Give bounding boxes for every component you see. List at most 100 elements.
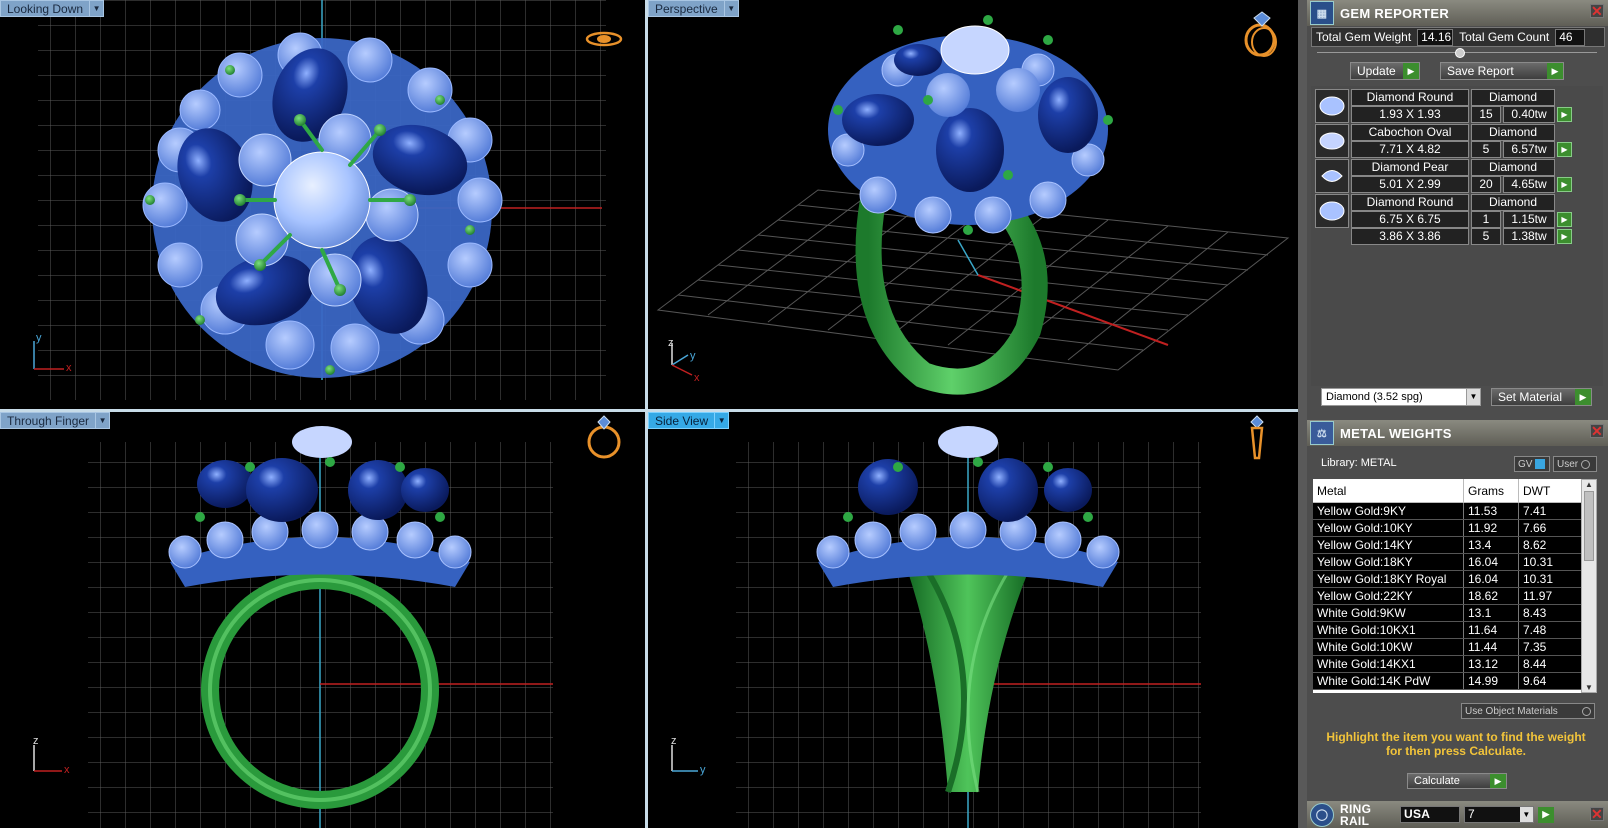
select-gem-button[interactable]: ▶ [1557, 142, 1572, 157]
viewport-perspective[interactable]: Perspective ▼ z y x [648, 0, 1298, 409]
dwt-cell: 7.48 [1518, 622, 1581, 638]
gem-row[interactable]: Diamond Pear Diamond 5.01 X 2.99 20 4.65… [1315, 159, 1575, 193]
viewport-title: Perspective [648, 0, 725, 17]
table-row[interactable]: White Gold:9KW 13.1 8.43 [1313, 605, 1581, 622]
save-report-button[interactable]: Save Report ▶ [1440, 62, 1564, 80]
table-row[interactable]: White Gold:10KW 11.44 7.35 [1313, 639, 1581, 656]
gem-row[interactable]: Diamond Round Diamond 6.75 X 6.75 1 1.15… [1315, 194, 1575, 246]
table-row[interactable]: White Gold:10KX1 11.64 7.48 [1313, 622, 1581, 639]
chevron-down-icon[interactable]: ▼ [724, 0, 739, 17]
total-gem-weight-value: 14.16 [1417, 28, 1454, 46]
right-panel: ▦ GEM REPORTER ✕ Total Gem Weight 14.16 … [1307, 0, 1608, 828]
toggle-indicator [1535, 459, 1546, 469]
metal-name-cell: White Gold:14KX1 [1317, 657, 1416, 671]
ring-rail-region[interactable]: USA [1400, 806, 1460, 823]
axis-label-z: z [671, 735, 677, 747]
viewport-label-through-finger[interactable]: Through Finger ▼ [0, 412, 111, 429]
play-icon: ▶ [1490, 774, 1506, 788]
gem-row[interactable]: Cabochon Oval Diamond 7.71 X 4.82 5 6.57… [1315, 124, 1575, 158]
metal-name-cell: Yellow Gold:22KY [1317, 589, 1413, 603]
play-icon[interactable]: ▶ [1538, 806, 1554, 823]
gem-material: Diamond [1471, 89, 1555, 106]
toggle-indicator [1582, 706, 1591, 716]
gem-weight: 0.40tw [1503, 106, 1555, 123]
axis-label-z: z [668, 337, 674, 349]
metal-rows: Yellow Gold:9KY 11.53 7.41 Yellow Gold:10KY… [1313, 503, 1581, 690]
play-icon: ▶ [1575, 389, 1591, 405]
ring-side-icon[interactable] [1242, 412, 1272, 464]
gem-shape: Diamond Round [1351, 89, 1469, 106]
table-row[interactable]: White Gold:14K PdW 14.99 9.64 [1313, 673, 1581, 690]
gem-weight: 1.15tw [1503, 211, 1555, 228]
chevron-down-icon[interactable]: ▼ [90, 0, 105, 17]
calculate-button[interactable]: Calculate ▶ [1407, 773, 1507, 789]
chevron-up-icon[interactable]: ▲ [1582, 480, 1596, 489]
ring-top-icon[interactable] [584, 28, 624, 50]
table-row[interactable]: Yellow Gold:10KY 11.92 7.66 [1313, 520, 1581, 537]
play-icon: ▶ [1547, 63, 1563, 79]
table-row[interactable]: Yellow Gold:18KY Royal 16.04 10.31 [1313, 571, 1581, 588]
gem-weight: 4.65tw [1503, 176, 1555, 193]
close-icon[interactable]: ✕ [1590, 424, 1604, 438]
ring-perspective-icon[interactable] [1240, 10, 1280, 58]
viewport-looking-down[interactable]: Looking Down ▼ y x [0, 0, 645, 409]
gem-size: 6.75 X 6.75 [1351, 211, 1469, 228]
metal-name-cell: White Gold:9KW [1317, 606, 1406, 620]
update-button[interactable]: Update ▶ [1350, 62, 1420, 80]
set-material-button[interactable]: Set Material ▶ [1491, 388, 1592, 406]
ring-front-icon[interactable] [584, 412, 624, 462]
metal-table-scrollbar[interactable]: ▲ ▼ [1581, 479, 1597, 693]
gem-material: Diamond [1471, 194, 1555, 211]
chevron-down-icon[interactable]: ▼ [715, 412, 730, 429]
metal-weights-title: METAL WEIGHTS [1340, 425, 1452, 441]
panel-splitter[interactable] [1298, 0, 1307, 828]
user-toggle[interactable]: User [1553, 456, 1597, 472]
select-gem-button[interactable]: ▶ [1557, 107, 1572, 122]
select-gem-button[interactable]: ▶ [1557, 229, 1572, 244]
total-gem-count-value: 46 [1555, 28, 1586, 46]
select-gem-button[interactable]: ▶ [1557, 177, 1572, 192]
splitter-handle[interactable] [1455, 48, 1465, 58]
chevron-down-icon[interactable]: ▼ [96, 412, 111, 429]
gem-list: Diamond Round Diamond 1.93 X 1.93 15 0.4… [1311, 86, 1603, 386]
metal-name-cell: Yellow Gold:10KY [1317, 521, 1413, 535]
viewport-side-view[interactable]: Side View ▼ z y [648, 412, 1298, 828]
through-finger-scene [88, 426, 553, 828]
viewport-through-finger[interactable]: Through Finger ▼ z x [0, 412, 645, 828]
close-icon[interactable]: ✕ [1590, 4, 1604, 18]
axis-label-x: x [694, 372, 700, 384]
user-label: User [1557, 458, 1579, 470]
metal-name-cell: Yellow Gold:18KY Royal [1317, 572, 1447, 586]
table-row[interactable]: Yellow Gold:9KY 11.53 7.41 [1313, 503, 1581, 520]
material-select-value: Diamond (3.52 spg) [1326, 391, 1423, 403]
use-object-materials-toggle[interactable]: Use Object Materials [1461, 703, 1595, 719]
gem-totals-row: Total Gem Weight 14.16 Total Gem Count 4… [1311, 27, 1605, 47]
library-label: Library: METAL [1321, 457, 1397, 469]
close-icon[interactable]: ✕ [1590, 807, 1604, 821]
chevron-down-icon[interactable]: ▼ [1582, 683, 1596, 692]
viewport-title: Side View [648, 412, 716, 429]
grams-cell: 13.4 [1463, 537, 1518, 553]
viewport-label-perspective[interactable]: Perspective ▼ [648, 0, 739, 17]
chevron-down-icon: ▼ [1466, 389, 1480, 405]
gem-weight: 6.57tw [1503, 141, 1555, 158]
side-view-scene [736, 426, 1201, 828]
perspective-scene [656, 15, 1290, 395]
scroll-thumb[interactable] [1584, 491, 1594, 561]
gem-row[interactable]: Diamond Round Diamond 1.93 X 1.93 15 0.4… [1315, 89, 1575, 123]
table-row[interactable]: White Gold:14KX1 13.12 8.44 [1313, 656, 1581, 673]
gv-toggle[interactable]: GV [1514, 456, 1550, 472]
table-row[interactable]: Yellow Gold:22KY 18.62 11.97 [1313, 588, 1581, 605]
select-gem-button[interactable]: ▶ [1557, 212, 1572, 227]
material-select[interactable]: Diamond (3.52 spg) ▼ [1321, 388, 1481, 406]
table-row[interactable]: Yellow Gold:18KY 16.04 10.31 [1313, 554, 1581, 571]
viewport-label-side-view[interactable]: Side View ▼ [648, 412, 730, 429]
dwt-cell: 8.44 [1518, 656, 1581, 672]
ring-size-select[interactable]: 7 ▼ [1464, 806, 1534, 823]
grams-cell: 11.92 [1463, 520, 1518, 536]
metal-table[interactable]: Metal Grams DWT Yellow Gold:9KY 11.53 7.41… [1313, 479, 1581, 693]
table-row[interactable]: Yellow Gold:14KY 13.4 8.62 [1313, 537, 1581, 554]
looking-down-scene [38, 0, 606, 400]
dwt-cell: 11.97 [1518, 588, 1581, 604]
viewport-label-looking-down[interactable]: Looking Down ▼ [0, 0, 105, 17]
